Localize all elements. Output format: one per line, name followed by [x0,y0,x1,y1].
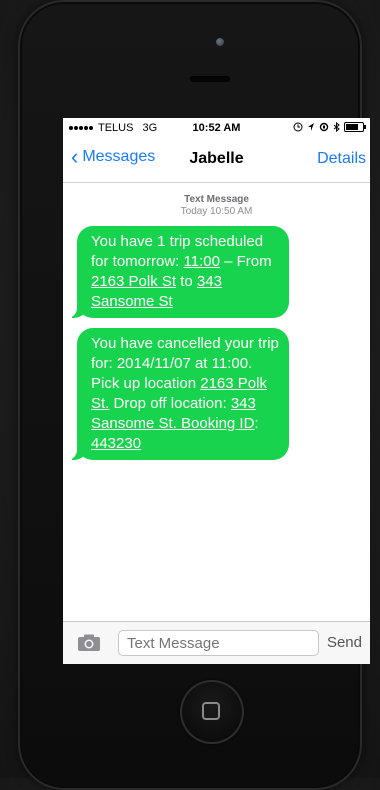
back-button[interactable]: ‹ Messages [71,144,156,169]
location-icon [308,123,314,131]
home-square-icon [202,702,220,720]
bluetooth-icon [333,122,340,132]
message-text: – From [219,253,272,270]
chevron-left-icon: ‹ [71,144,79,169]
message-link[interactable]: 443230 [91,435,141,452]
message-type-label: Text Message [184,194,249,205]
alarm-icon [293,122,303,132]
back-label: Messages [82,148,156,165]
message-timestamp: Today 10:50 AM [180,206,253,217]
battery-icon [344,122,366,132]
message-text: to [176,273,197,290]
message-link[interactable]: 11:00 [184,253,220,270]
message-link[interactable]: 2163 Polk St [91,273,176,290]
compose-bar: Send [63,621,370,664]
home-button[interactable] [180,680,244,744]
phone-screen: TELUS 3G 10:52 AM ‹ Messages Jabelle Det… [63,118,370,664]
message-bubble: You have cancelled your trip for: 2014/1… [67,328,289,460]
rotation-lock-icon [319,122,329,132]
message-bubble: You have 1 trip scheduled for tomorrow: … [67,226,289,318]
send-button[interactable]: Send [327,634,362,651]
camera-icon[interactable] [77,634,101,652]
nav-bar: ‹ Messages Jabelle Details [63,138,370,183]
front-camera-dot [216,38,224,46]
message-text: Drop off location: [109,395,231,412]
details-button[interactable]: Details [317,150,366,168]
status-bar: TELUS 3G 10:52 AM [63,118,370,138]
earpiece-speaker [190,76,230,82]
message-meta: Text Message Today 10:50 AM [63,194,370,218]
phone-frame: TELUS 3G 10:52 AM ‹ Messages Jabelle Det… [18,0,370,790]
message-text: : [254,415,259,432]
message-input[interactable] [118,630,319,656]
